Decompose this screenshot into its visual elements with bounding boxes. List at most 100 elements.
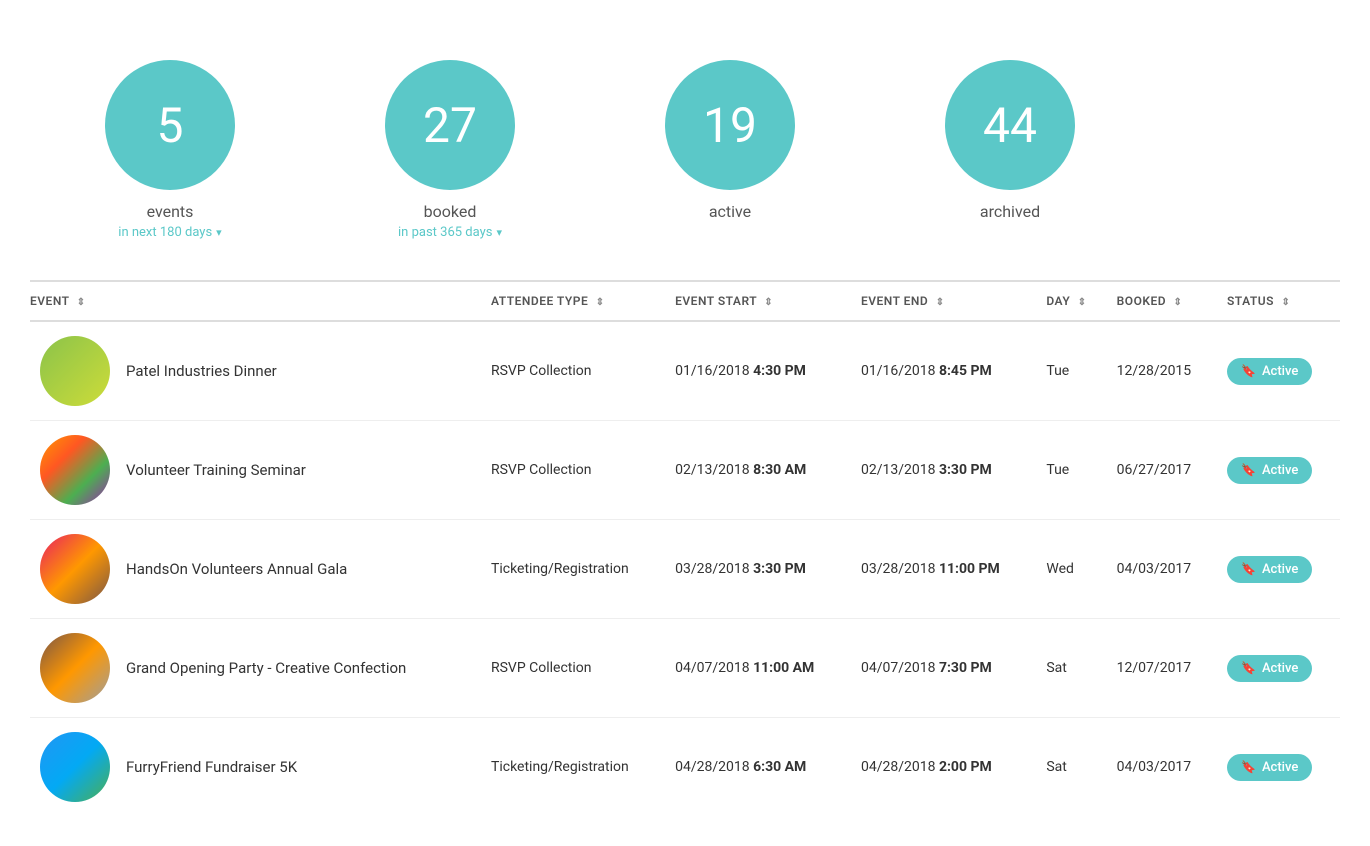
stat-circle-events: 5 [105,60,235,190]
stat-item-archived: 44 archived [870,60,1150,240]
event-cell: Patel Industries Dinner [30,321,481,421]
stat-circle-active: 19 [665,60,795,190]
event-cell: Grand Opening Party - Creative Confectio… [30,619,481,718]
th-day[interactable]: DAY ⇕ [1036,281,1106,321]
start-time: 11:00 AM [753,660,814,676]
end-time: 7:30 PM [939,660,992,676]
start-time: 8:30 AM [753,462,806,478]
table-row: Grand Opening Party - Creative Confectio… [30,619,1340,718]
table-body: Patel Industries Dinner RSVP Collection0… [30,321,1340,816]
attendee-type-cell: RSVP Collection [481,421,665,520]
event-thumb [40,534,110,604]
end-time: 3:30 PM [939,462,992,478]
booked-cell: 04/03/2017 [1107,718,1217,817]
status-badge[interactable]: 🔖 Active [1227,754,1312,781]
booked-cell: 06/27/2017 [1107,421,1217,520]
event-name[interactable]: FurryFriend Fundraiser 5K [126,758,297,776]
stat-sublabel-events[interactable]: in next 180 days ▾ [118,225,221,240]
booked-cell: 12/07/2017 [1107,619,1217,718]
booked-cell: 12/28/2015 [1107,321,1217,421]
status-label: Active [1262,760,1298,775]
event-cell: HandsOn Volunteers Annual Gala [30,520,481,619]
event-start-cell: 02/13/2018 8:30 AM [665,421,851,520]
day-cell: Tue [1036,321,1106,421]
end-time: 8:45 PM [939,363,992,379]
table-row: Patel Industries Dinner RSVP Collection 0… [30,321,1340,421]
bookmark-icon: 🔖 [1241,463,1256,477]
day-cell: Sat [1036,619,1106,718]
stat-sublabel-booked[interactable]: in past 365 days ▾ [398,225,502,240]
stat-number-events: 5 [157,97,184,154]
event-thumb [40,336,110,406]
stat-label-archived: archived [980,202,1040,221]
event-name[interactable]: Volunteer Training Seminar [126,461,306,479]
bookmark-icon: 🔖 [1241,364,1256,378]
sort-icon: ⇕ [1174,297,1183,308]
event-thumb [40,732,110,802]
status-badge[interactable]: 🔖 Active [1227,556,1312,583]
event-start-cell: 03/28/2018 3:30 PM [665,520,851,619]
bookmark-icon: 🔖 [1241,661,1256,675]
booked-cell: 04/03/2017 [1107,520,1217,619]
status-badge[interactable]: 🔖 Active [1227,457,1312,484]
status-badge[interactable]: 🔖 Active [1227,358,1312,385]
status-cell: 🔖 Active [1217,421,1340,520]
table-row: Volunteer Training Seminar RSVP Collecti… [30,421,1340,520]
th-status[interactable]: STATUS ⇕ [1217,281,1340,321]
stat-label-events: events [147,202,194,221]
table-row: FurryFriend Fundraiser 5K Ticketing/Regi… [30,718,1340,817]
sort-icon: ⇕ [1281,297,1290,308]
sort-icon: ⇕ [1078,297,1087,308]
event-start-cell: 04/28/2018 6:30 AM [665,718,851,817]
sort-icon: ⇕ [764,297,773,308]
table-header: EVENT ⇕ATTENDEE TYPE ⇕EVENT START ⇕EVENT… [30,281,1340,321]
day-cell: Tue [1036,421,1106,520]
events-table: EVENT ⇕ATTENDEE TYPE ⇕EVENT START ⇕EVENT… [30,280,1340,816]
table-row: HandsOn Volunteers Annual Gala Ticketing… [30,520,1340,619]
status-label: Active [1262,463,1298,478]
status-cell: 🔖 Active [1217,520,1340,619]
status-cell: 🔖 Active [1217,718,1340,817]
event-name[interactable]: Patel Industries Dinner [126,362,277,380]
th-booked[interactable]: BOOKED ⇕ [1107,281,1217,321]
attendee-type-cell: RSVP Collection [481,321,665,421]
stat-circle-booked: 27 [385,60,515,190]
start-time: 6:30 AM [753,759,806,775]
end-time: 11:00 PM [939,561,1000,577]
status-label: Active [1262,661,1298,676]
stats-row: 5 events in next 180 days ▾ 27 booked in past… [30,60,1340,240]
start-time: 3:30 PM [753,561,806,577]
stat-item-events: 5 events in next 180 days ▾ [30,60,310,240]
event-end-cell: 03/28/2018 11:00 PM [851,520,1036,619]
event-end-cell: 04/28/2018 2:00 PM [851,718,1036,817]
stat-label-active: active [709,202,751,221]
th-event_start[interactable]: EVENT START ⇕ [665,281,851,321]
status-cell: 🔖 Active [1217,321,1340,421]
event-name[interactable]: HandsOn Volunteers Annual Gala [126,560,347,578]
stat-number-booked: 27 [423,97,477,154]
th-attendee_type[interactable]: ATTENDEE TYPE ⇕ [481,281,665,321]
stat-item-booked: 27 booked in past 365 days ▾ [310,60,590,240]
th-event[interactable]: EVENT ⇕ [30,281,481,321]
start-time: 4:30 PM [753,363,806,379]
status-cell: 🔖 Active [1217,619,1340,718]
status-label: Active [1262,364,1298,379]
day-cell: Sat [1036,718,1106,817]
event-thumb [40,633,110,703]
attendee-type-cell: Ticketing/Registration [481,718,665,817]
bookmark-icon: 🔖 [1241,760,1256,774]
event-start-cell: 04/07/2018 11:00 AM [665,619,851,718]
event-cell: FurryFriend Fundraiser 5K [30,718,481,817]
end-time: 2:00 PM [939,759,992,775]
sort-icon: ⇕ [596,297,605,308]
stat-label-booked: booked [424,202,477,221]
event-end-cell: 02/13/2018 3:30 PM [851,421,1036,520]
event-cell: Volunteer Training Seminar [30,421,481,520]
th-event_end[interactable]: EVENT END ⇕ [851,281,1036,321]
stat-number-active: 19 [703,97,757,154]
status-badge[interactable]: 🔖 Active [1227,655,1312,682]
attendee-type-cell: RSVP Collection [481,619,665,718]
event-end-cell: 01/16/2018 8:45 PM [851,321,1036,421]
event-name[interactable]: Grand Opening Party - Creative Confectio… [126,659,406,677]
stat-circle-archived: 44 [945,60,1075,190]
